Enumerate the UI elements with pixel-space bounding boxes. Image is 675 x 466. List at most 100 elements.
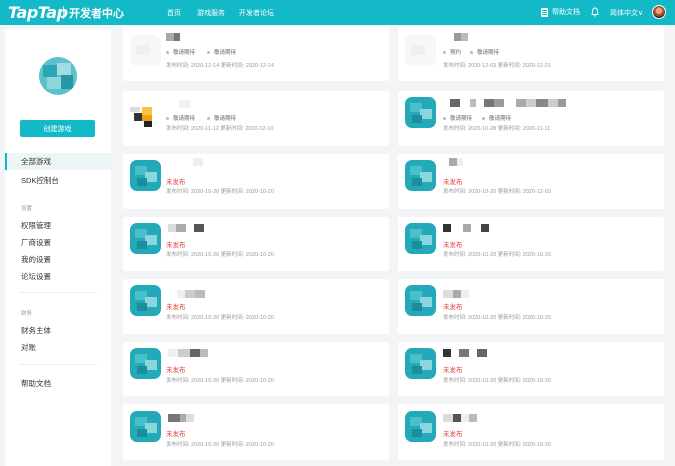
nav-game-services[interactable]: 游戏服务 xyxy=(197,8,225,18)
game-name-redacted xyxy=(168,224,204,232)
game-name-redacted xyxy=(454,33,468,41)
unpublished-status: 未发布 xyxy=(443,304,463,311)
card-dates: 发布时间: 2020-10-20 更新时间: 2020-10-20 xyxy=(166,442,274,448)
game-card[interactable]: 未发布 发布时间: 2020-10-20 更新时间: 2020-12-03 xyxy=(398,154,664,209)
game-card[interactable]: 未发布 发布时间: 2020-10-20 更新时间: 2020-10-20 xyxy=(398,217,664,271)
game-icon xyxy=(130,348,161,379)
game-icon xyxy=(405,348,436,379)
sidebar-item-permissions[interactable]: 权限管理 xyxy=(21,220,51,231)
sidebar-item-finance-entity[interactable]: 财务主体 xyxy=(21,325,51,336)
game-name-redacted xyxy=(443,224,489,232)
nav-developer-forum[interactable]: 开发者论坛 xyxy=(239,8,274,18)
card-dates: 发布时间: 2020-10-20 更新时间: 2020-10-20 xyxy=(443,378,551,384)
game-name-redacted xyxy=(166,33,180,41)
game-name-redacted xyxy=(168,349,208,357)
top-navigation-bar: TapTap 开发者中心 首页 游戏服务 开发者论坛 帮助文档 简体中文∨ xyxy=(0,0,675,25)
game-icon xyxy=(130,160,161,191)
status-tag: 敬请期待 xyxy=(207,48,236,56)
game-name-redacted xyxy=(179,100,191,108)
card-dates: 发布时间: 2020-10-20 更新时间: 2020-10-20 xyxy=(166,189,274,195)
status-tag: 敬请期待 xyxy=(207,114,236,122)
sidebar-item-my-settings[interactable]: 我的设置 xyxy=(21,254,51,265)
game-icon xyxy=(405,35,436,66)
game-card[interactable]: 敬请期待 敬请期待 发布时间: 2020-10-28 更新时间: 2020-11… xyxy=(398,91,664,146)
game-icon xyxy=(405,97,436,128)
game-card[interactable]: 未发布 发布时间: 2020-10-20 更新时间: 2020-10-20 xyxy=(123,217,389,271)
card-dates: 发布时间: 2020-12-03 更新时间: 2020-12-21 xyxy=(443,63,551,69)
help-doc-link[interactable]: 帮助文档 xyxy=(541,7,580,17)
card-dates: 发布时间: 2020-10-20 更新时间: 2020-12-03 xyxy=(443,189,551,195)
status-tag: 敬请期待 xyxy=(166,48,195,56)
game-card[interactable]: 敬请期待 敬请期待 发布时间: 2020-12-14 更新时间: 2020-12… xyxy=(123,27,389,81)
game-name-redacted xyxy=(177,290,205,298)
unpublished-status: 未发布 xyxy=(443,431,463,438)
taptap-logo[interactable]: TapTap xyxy=(8,3,68,22)
game-card[interactable]: 预约 敬请期待 发布时间: 2020-12-03 更新时间: 2020-12-2… xyxy=(398,27,664,81)
game-card[interactable]: 未发布 发布时间: 2020-10-20 更新时间: 2020-10-20 xyxy=(123,342,389,396)
game-name-redacted xyxy=(450,99,566,107)
game-icon xyxy=(130,411,161,442)
game-name-redacted xyxy=(193,158,203,166)
status-tag: 敬请期待 xyxy=(470,48,499,56)
card-dates: 发布时间: 2020-10-20 更新时间: 2020-10-20 xyxy=(443,315,551,321)
status-tag: 敬请期待 xyxy=(166,114,195,122)
developer-logo xyxy=(39,57,77,95)
card-dates: 发布时间: 2020-10-20 更新时间: 2020-10-20 xyxy=(166,378,274,384)
card-dates: 发布时间: 2020-10-20 更新时间: 2020-10-20 xyxy=(166,315,274,321)
language-selector[interactable]: 简体中文∨ xyxy=(610,8,643,18)
game-card[interactable]: 敬请期待 敬请期待 发布时间: 2020-11-12 更新时间: 2020-12… xyxy=(123,91,389,146)
game-card[interactable]: 未发布 发布时间: 2020-10-20 更新时间: 2020-10-20 xyxy=(123,404,389,460)
sidebar-item-help-doc[interactable]: 帮助文档 xyxy=(21,378,51,389)
logo-divider xyxy=(63,6,64,19)
card-dates: 发布时间: 2020-10-20 更新时间: 2020-10-20 xyxy=(166,252,274,258)
game-name-redacted xyxy=(443,290,469,298)
status-tag: 敬请期待 xyxy=(482,114,511,122)
sidebar-divider xyxy=(19,364,97,365)
avatar[interactable] xyxy=(652,5,666,19)
game-name-redacted xyxy=(168,414,194,422)
card-dates: 发布时间: 2020-10-20 更新时间: 2020-10-20 xyxy=(443,442,551,448)
game-icon xyxy=(405,223,436,254)
sidebar-item-sdk-console[interactable]: SDK控制台 xyxy=(21,175,59,186)
sidebar-item-reconciliation[interactable]: 对账 xyxy=(21,342,36,353)
card-dates: 发布时间: 2020-12-14 更新时间: 2020-12-14 xyxy=(166,63,274,69)
game-icon xyxy=(130,35,161,66)
unpublished-status: 未发布 xyxy=(443,179,463,186)
unpublished-status: 未发布 xyxy=(166,304,186,311)
sidebar-item-all-games[interactable]: 全部游戏 xyxy=(5,153,111,170)
game-name-redacted xyxy=(443,414,477,422)
sidebar-section-settings: 设置 xyxy=(21,206,33,212)
unpublished-status: 未发布 xyxy=(166,242,186,249)
game-name-redacted xyxy=(449,158,463,166)
card-dates: 发布时间: 2020-10-28 更新时间: 2020-11-11 xyxy=(443,126,551,132)
status-tag: 敬请期待 xyxy=(443,114,472,122)
sidebar-section-finance: 财务 xyxy=(21,311,33,317)
game-card[interactable]: 未发布 发布时间: 2020-10-20 更新时间: 2020-10-20 xyxy=(123,154,389,209)
sidebar-item-vendor-settings[interactable]: 厂商设置 xyxy=(21,237,51,248)
developer-center-title: 开发者中心 xyxy=(69,7,124,20)
game-icon xyxy=(130,223,161,254)
bell-icon[interactable] xyxy=(591,7,599,17)
card-dates: 发布时间: 2020-10-20 更新时间: 2020-10-20 xyxy=(443,252,551,258)
sidebar: 创建游戏 全部游戏 SDK控制台 设置 权限管理 厂商设置 我的设置 论坛设置 … xyxy=(5,29,111,466)
game-card[interactable]: 未发布 发布时间: 2020-10-20 更新时间: 2020-10-20 xyxy=(398,342,664,396)
help-doc-label: 帮助文档 xyxy=(552,9,580,16)
game-icon xyxy=(405,160,436,191)
sidebar-divider xyxy=(19,292,97,293)
sidebar-item-forum-settings[interactable]: 论坛设置 xyxy=(21,271,51,282)
nav-home[interactable]: 首页 xyxy=(167,8,181,18)
game-name-redacted xyxy=(443,349,487,357)
unpublished-status: 未发布 xyxy=(166,431,186,438)
game-icon xyxy=(405,285,436,316)
unpublished-status: 未发布 xyxy=(166,367,186,374)
game-card[interactable]: 未发布 发布时间: 2020-10-20 更新时间: 2020-10-20 xyxy=(398,404,664,460)
create-game-button[interactable]: 创建游戏 xyxy=(20,120,95,137)
unpublished-status: 未发布 xyxy=(443,242,463,249)
game-card[interactable]: 未发布 发布时间: 2020-10-20 更新时间: 2020-10-20 xyxy=(123,279,389,334)
game-card[interactable]: 未发布 发布时间: 2020-10-20 更新时间: 2020-10-20 xyxy=(398,279,664,334)
game-icon xyxy=(405,411,436,442)
unpublished-status: 未发布 xyxy=(443,367,463,374)
card-dates: 发布时间: 2020-11-12 更新时间: 2020-12-10 xyxy=(166,126,274,132)
game-icon xyxy=(130,101,161,132)
game-icon xyxy=(130,285,161,316)
